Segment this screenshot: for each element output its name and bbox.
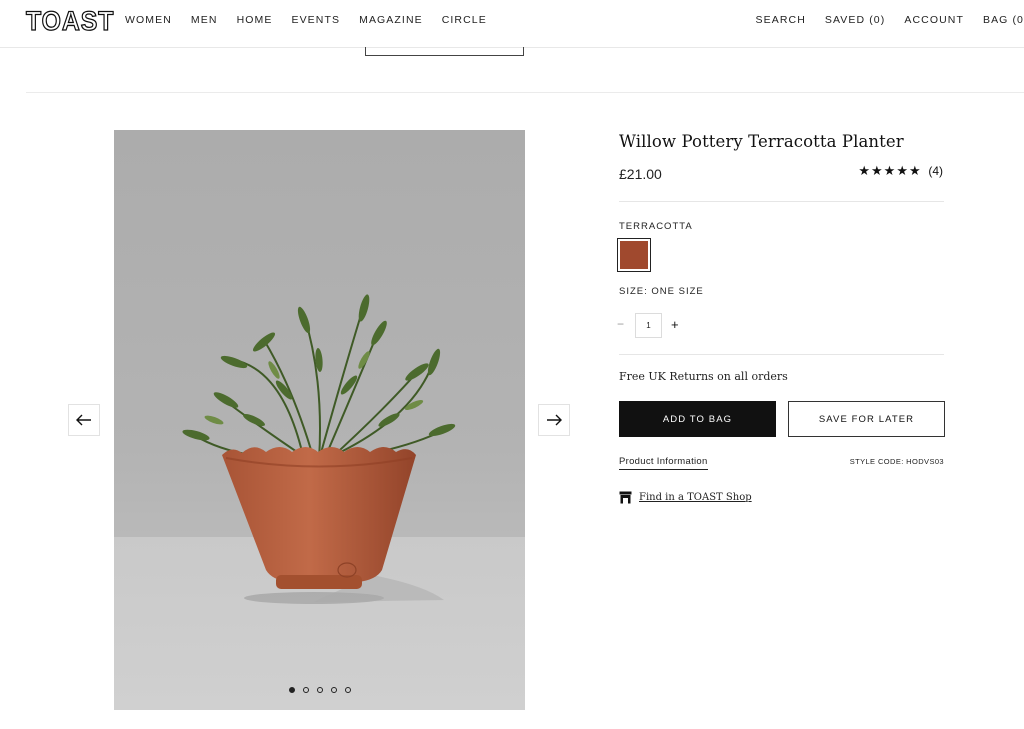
product-information-link[interactable]: Product Information xyxy=(619,456,708,470)
add-to-bag-button[interactable]: ADD TO BAG xyxy=(619,401,776,437)
divider xyxy=(619,354,944,355)
returns-info: Free UK Returns on all orders xyxy=(619,370,788,383)
nav-events[interactable]: EVENTS xyxy=(291,14,340,26)
gallery-dot-3[interactable] xyxy=(316,687,323,693)
save-for-later-button[interactable]: SAVE FOR LATER xyxy=(788,401,945,437)
divider xyxy=(619,201,944,202)
size-label: SIZE: ONE SIZE xyxy=(619,286,704,297)
quantity-input[interactable]: 1 xyxy=(635,313,662,338)
nav-women[interactable]: WOMEN xyxy=(125,14,172,26)
arrow-left-icon xyxy=(76,414,91,426)
review-count: (4) xyxy=(928,164,943,178)
planter-illustration xyxy=(182,294,456,604)
nav-magazine[interactable]: MAGAZINE xyxy=(359,14,423,26)
colour-label: TERRACOTTA xyxy=(619,221,693,232)
nav-search[interactable]: SEARCH xyxy=(756,14,806,26)
star-rating-icon: ★★★★★ xyxy=(858,163,922,178)
gallery-dot-5[interactable] xyxy=(344,687,351,693)
gallery-dot-2[interactable] xyxy=(302,687,309,693)
product-rating[interactable]: ★★★★★ (4) xyxy=(858,163,943,179)
collapsed-dropdown-box[interactable] xyxy=(365,47,524,56)
gallery-pagination xyxy=(114,687,525,693)
utility-nav: SEARCH SAVED (0) ACCOUNT BAG (0 xyxy=(737,14,1024,26)
breadcrumb-divider xyxy=(26,92,1024,93)
gallery-dot-4[interactable] xyxy=(330,687,337,693)
gallery-dot-1[interactable] xyxy=(288,687,295,693)
nav-home[interactable]: HOME xyxy=(237,14,273,26)
site-header: TOAST WOMEN MEN HOME EVENTS MAGAZINE CIR… xyxy=(0,0,1024,48)
gallery-prev-button[interactable] xyxy=(68,404,100,436)
nav-saved[interactable]: SAVED (0) xyxy=(825,14,885,26)
quantity-decrease-button[interactable]: − xyxy=(617,317,624,331)
nav-circle[interactable]: CIRCLE xyxy=(442,14,487,26)
quantity-increase-button[interactable]: + xyxy=(671,317,679,332)
product-price: £21.00 xyxy=(619,166,662,182)
store-icon xyxy=(619,491,632,504)
colour-swatch-terracotta[interactable] xyxy=(617,238,651,272)
arrow-right-icon xyxy=(547,414,562,426)
primary-nav: WOMEN MEN HOME EVENTS MAGAZINE CIRCLE xyxy=(125,14,506,26)
nav-account[interactable]: ACCOUNT xyxy=(904,14,964,26)
gallery-next-button[interactable] xyxy=(538,404,570,436)
toast-logo[interactable]: TOAST xyxy=(25,5,114,36)
find-in-shop-link[interactable]: Find in a TOAST Shop xyxy=(639,492,752,503)
style-code: STYLE CODE: HODVS03 xyxy=(849,457,944,466)
product-title: Willow Pottery Terracotta Planter xyxy=(619,132,904,151)
swatch-fill xyxy=(620,241,648,269)
nav-men[interactable]: MEN xyxy=(191,14,218,26)
product-image[interactable] xyxy=(114,130,525,710)
nav-bag[interactable]: BAG (0 xyxy=(983,14,1024,26)
